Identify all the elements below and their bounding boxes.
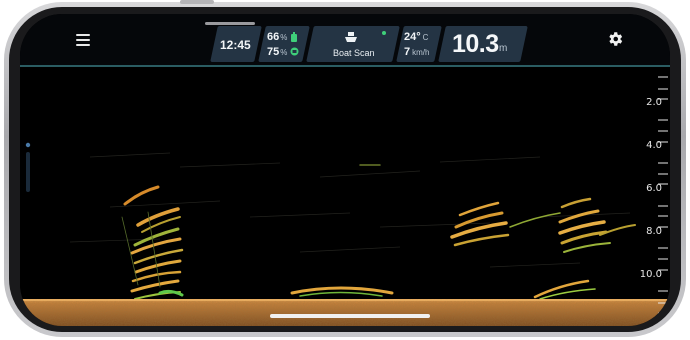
battery-icon [291,32,297,42]
battery-1-unit: % [280,33,288,42]
clock-time: 12:45 [220,38,251,52]
hamburger-menu-icon[interactable] [76,34,90,46]
battery-2-unit: % [280,48,288,57]
speed-value: 7 [404,46,411,58]
water-temperature: 24° C [404,31,428,43]
sonar-battery-icon [290,47,299,56]
depth-label-8: 8.0 [646,226,662,237]
phone-side-button [180,0,214,4]
speaker-grille [205,22,255,25]
depth-label-10: 10.0 [639,269,662,280]
depth-label-2: 2.0 [646,97,662,108]
boat-icon [345,32,357,42]
battery-2-readout: 75% [267,46,287,58]
top-accent-line [20,65,670,67]
depth-slider[interactable] [26,152,30,192]
battery-1-readout: 66% [267,31,287,43]
status-dot-icon [382,31,386,35]
home-indicator[interactable] [270,314,430,318]
temperature-value: 24° [404,31,421,43]
depth-label-4: 4.0 [646,140,662,151]
gear-icon[interactable] [606,30,624,48]
boat-speed: 7 km/h [404,46,429,58]
battery-1-value: 66 [267,31,280,43]
depth-value: 10.3 [452,30,499,58]
sonar-view [20,67,670,326]
speed-unit: km/h [412,48,430,57]
depth-label-6: 6.0 [646,183,662,194]
slider-handle-icon[interactable] [25,142,31,148]
battery-2-value: 75 [267,46,280,58]
app-screen: 2.0 4.0 6.0 8.0 10.0 12:45 66% 75% Boat … [20,14,670,326]
temperature-unit: C [422,33,429,42]
depth-unit: m [499,43,508,54]
scan-mode-label: Boat Scan [333,48,375,58]
